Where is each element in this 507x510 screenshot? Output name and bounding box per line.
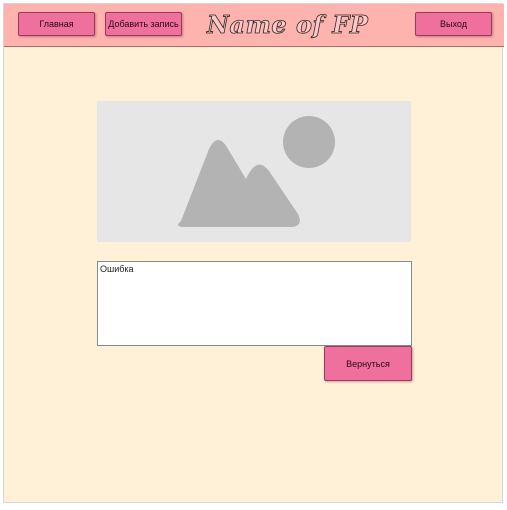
home-button[interactable]: Главная [18,12,95,36]
site-logo: Name of FP [207,10,369,40]
back-button[interactable]: Вернуться [324,346,412,381]
exit-button[interactable]: Выход [415,12,492,36]
add-record-button[interactable]: Добавить запись [105,12,182,36]
error-message-box: Ошибка [97,261,412,346]
header-bar: Главная Добавить запись Name of FP Выход [4,4,504,47]
mountain-shape [178,140,300,227]
image-placeholder [97,101,411,242]
sun-shape [283,116,335,168]
image-placeholder-icon [178,116,335,227]
page: Главная Добавить запись Name of FP Выход… [3,3,504,503]
